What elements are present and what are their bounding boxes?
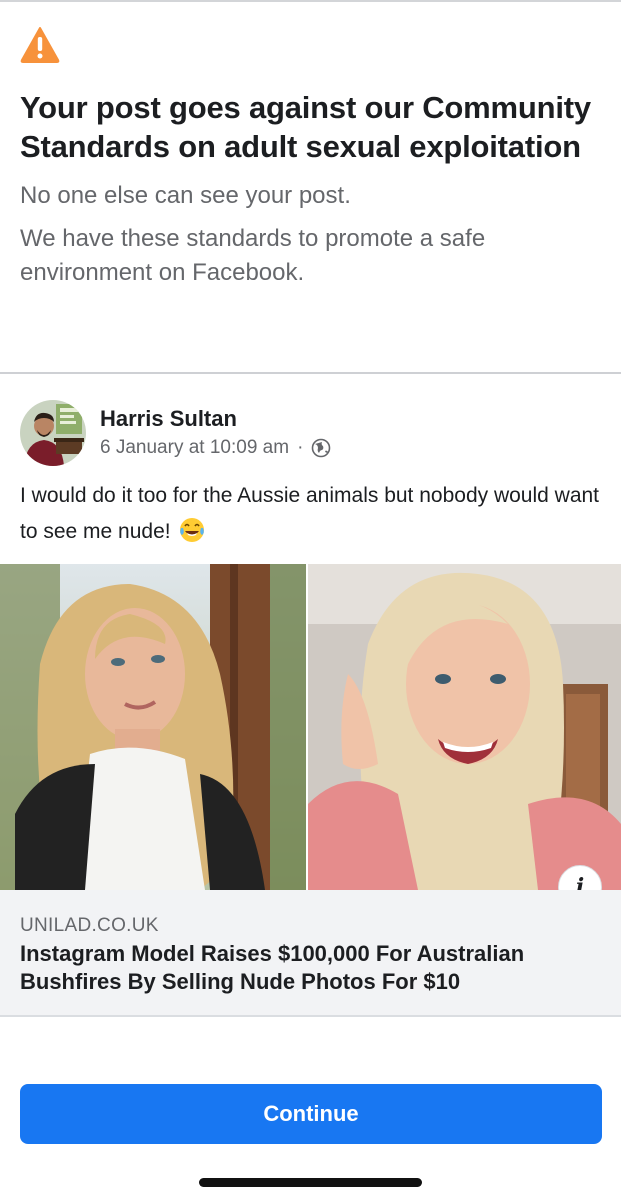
avatar-image xyxy=(20,400,86,466)
link-image-left xyxy=(0,564,306,890)
meta-separator: · xyxy=(297,437,304,458)
section-divider xyxy=(0,372,621,374)
avatar[interactable] xyxy=(20,400,86,466)
post-body-text: I would do it too for the Aussie animals… xyxy=(20,484,600,543)
top-divider xyxy=(0,0,621,2)
visibility-text: No one else can see your post. xyxy=(20,182,351,209)
post-meta: 6 January at 10:09 am · xyxy=(100,436,331,460)
post-timestamp[interactable]: 6 January at 10:09 am xyxy=(100,436,289,460)
link-preview-card[interactable]: i UNILAD.CO.UK Instagram Model Raises $1… xyxy=(0,564,621,1017)
reason-text: We have these standards to promote a saf… xyxy=(20,225,486,286)
tears-of-joy-emoji-icon xyxy=(180,518,205,542)
continue-button[interactable]: Continue xyxy=(20,1084,602,1144)
warning-triangle-icon xyxy=(20,27,60,63)
post-body: I would do it too for the Aussie animals… xyxy=(20,478,600,550)
link-image-right xyxy=(308,564,621,890)
link-domain: UNILAD.CO.UK xyxy=(20,915,159,936)
link-preview-meta: UNILAD.CO.UK Instagram Model Raises $100… xyxy=(0,890,621,1017)
community-standards-screen: Your post goes against our Community Sta… xyxy=(0,0,621,1200)
link-preview-images xyxy=(0,564,621,890)
violation-headline: Your post goes against our Community Sta… xyxy=(20,90,591,164)
link-title[interactable]: Instagram Model Raises $100,000 For Aust… xyxy=(20,940,600,996)
violation-notice: Your post goes against our Community Sta… xyxy=(20,26,605,290)
author-name[interactable]: Harris Sultan xyxy=(100,406,237,432)
post-header: Harris Sultan 6 January at 10:09 am · xyxy=(20,400,610,470)
globe-icon xyxy=(312,438,331,458)
home-indicator[interactable] xyxy=(199,1178,422,1187)
